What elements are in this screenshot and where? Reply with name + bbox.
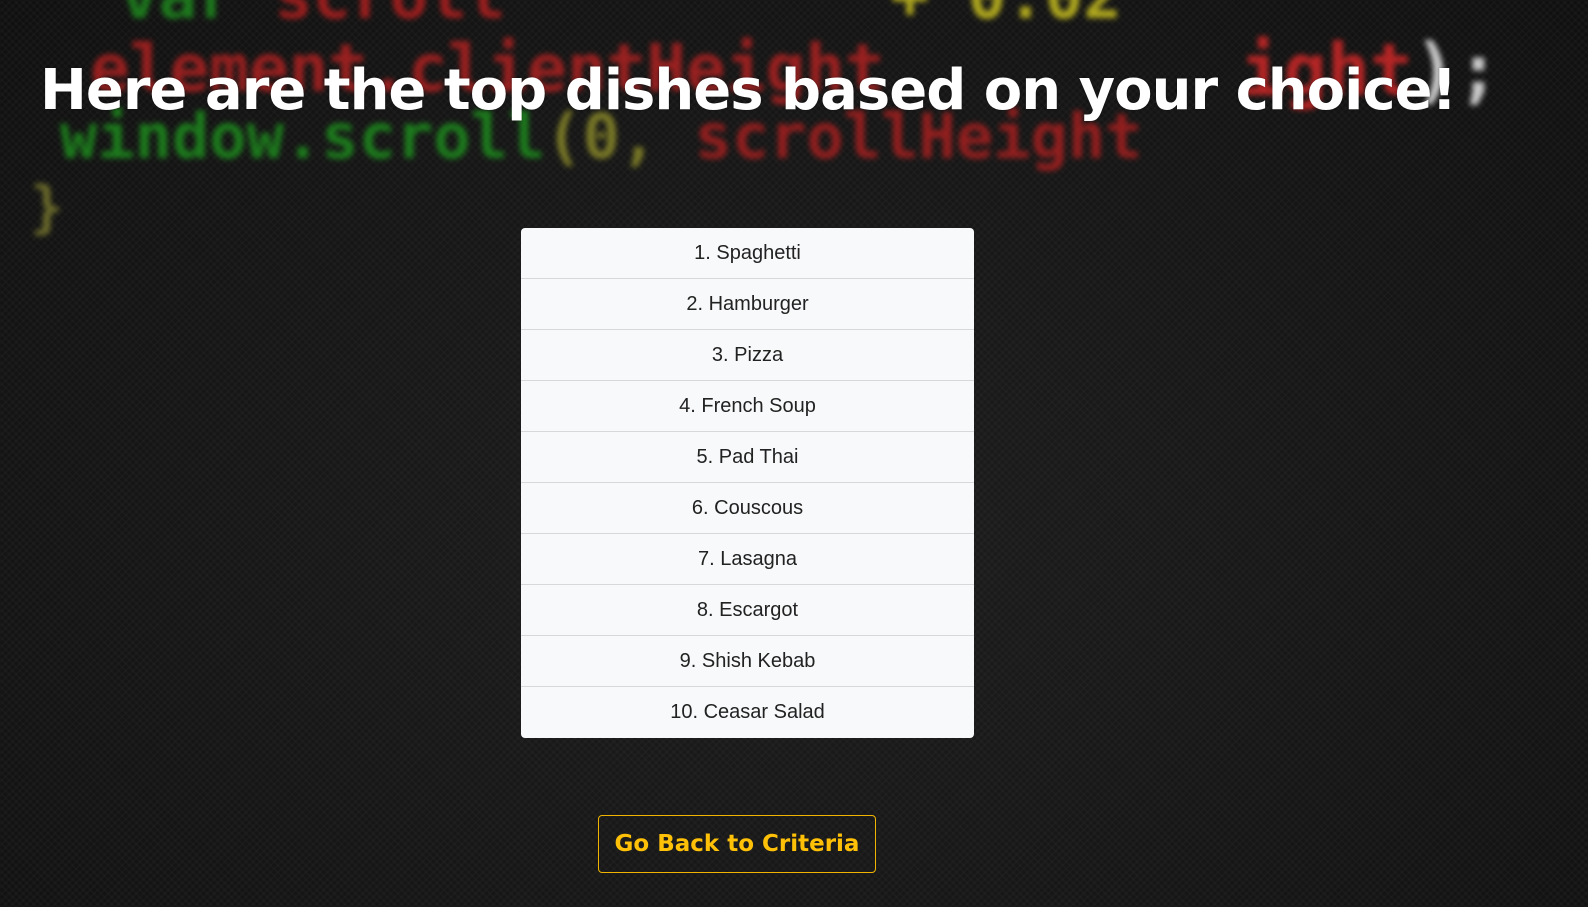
background-code-decoration: } bbox=[30, 175, 64, 240]
list-item: 1. Spaghetti bbox=[521, 228, 974, 279]
list-item: 10. Ceasar Salad bbox=[670, 701, 825, 723]
go-back-to-criteria-button[interactable]: Go Back to Criteria bbox=[598, 815, 876, 873]
page-background: var scroll + 0.02 element.clientHeight w… bbox=[0, 0, 1588, 907]
list-item: 4. French Soup bbox=[521, 381, 974, 432]
list-item: 5. Pad Thai bbox=[521, 432, 974, 483]
list-item: 3. Pizza bbox=[521, 330, 974, 381]
page-title: Here are the top dishes based on your ch… bbox=[39, 58, 1457, 123]
list-item: 8. Escargot bbox=[521, 585, 974, 636]
list-item: 6. Couscous bbox=[521, 483, 974, 534]
list-item: 2. Hamburger bbox=[521, 279, 974, 330]
dish-list: 1. Spaghetti 2. Hamburger 3. Pizza 4. Fr… bbox=[521, 228, 974, 738]
list-item: 9. Shish Kebab bbox=[521, 636, 974, 687]
list-item: 7. Lasagna bbox=[521, 534, 974, 585]
background-code-decoration: var scroll + 0.02 bbox=[120, 0, 1122, 34]
